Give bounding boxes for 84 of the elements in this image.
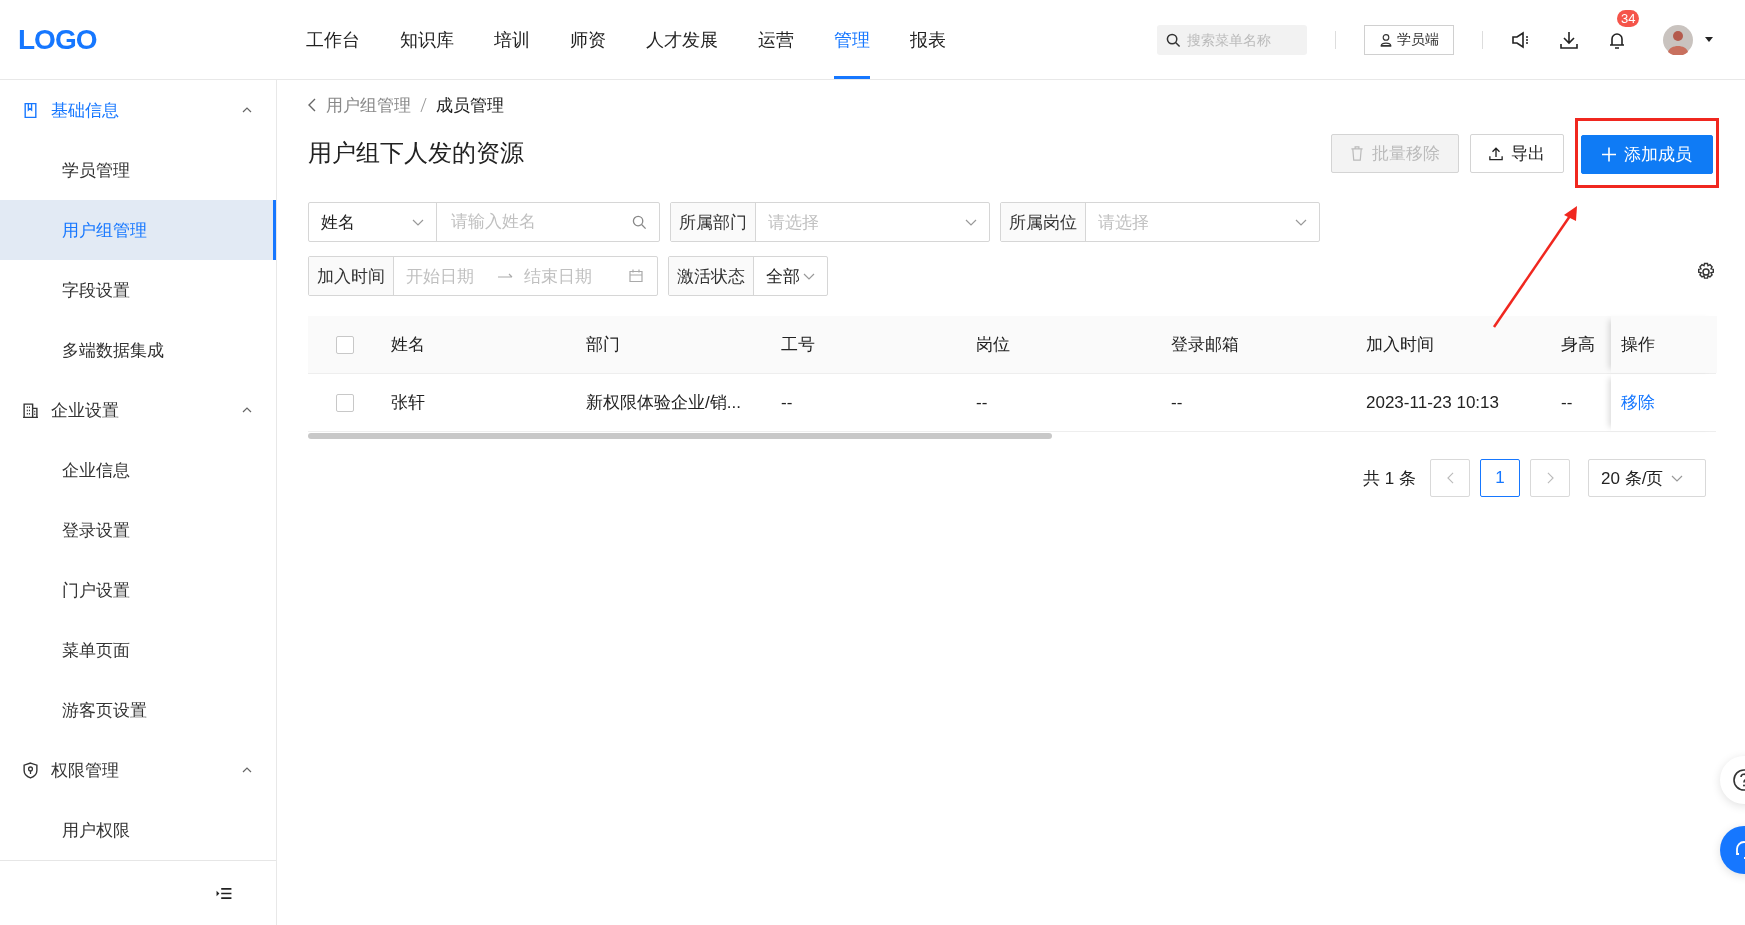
- upload-icon: [1489, 145, 1503, 161]
- chevron-down-icon: [412, 218, 424, 226]
- page-size-select[interactable]: 20 条/页: [1588, 459, 1706, 497]
- column-header: 登录邮箱: [1170, 334, 1240, 356]
- column-header: 姓名: [390, 334, 426, 356]
- sidebar-item[interactable]: 门户设置: [0, 560, 276, 620]
- collapse-icon[interactable]: [216, 886, 232, 900]
- nav-tab[interactable]: 管理: [834, 0, 870, 79]
- column-header: 操作: [1611, 316, 1717, 373]
- column-header: 工号: [780, 334, 816, 356]
- page-title: 用户组下人发的资源: [308, 138, 524, 168]
- sidebar-group[interactable]: 基础信息: [51, 98, 119, 122]
- building-icon: [22, 401, 39, 419]
- back-icon[interactable]: [308, 98, 316, 112]
- breadcrumb-link[interactable]: 成员管理: [436, 93, 504, 117]
- sidebar-item[interactable]: 企业信息: [0, 440, 276, 500]
- arrow-icon: [498, 272, 514, 280]
- table-cell-text: 新权限体验企业/销...: [585, 392, 742, 414]
- download-icon[interactable]: [1559, 29, 1579, 50]
- plus-icon: [1602, 147, 1616, 162]
- nav-tab[interactable]: 人才发展: [646, 0, 718, 79]
- add-member-button[interactable]: 添加成员: [1581, 135, 1713, 174]
- row-checkbox[interactable]: [335, 393, 354, 412]
- column-header: 身高: [1560, 334, 1596, 356]
- sidebar-item[interactable]: 菜单页面: [0, 620, 276, 680]
- nav-tab[interactable]: 培训: [494, 0, 530, 79]
- chevron-down-icon: [1671, 474, 1684, 482]
- chevron-right-icon: [1546, 472, 1554, 484]
- sidebar-group[interactable]: 企业设置: [51, 398, 119, 422]
- column-header: 岗位: [975, 334, 1011, 356]
- avatar[interactable]: [1663, 24, 1693, 55]
- sidebar-item[interactable]: 多端数据集成: [0, 320, 276, 380]
- total-count: 共 1 条: [1363, 467, 1416, 490]
- speaker-icon[interactable]: [1511, 29, 1531, 50]
- sidebar-item[interactable]: 游客页设置: [0, 680, 276, 740]
- select-field[interactable]: 全部: [754, 264, 800, 288]
- chevron-down-icon: [965, 218, 977, 226]
- chevron-down-icon: [1295, 218, 1307, 226]
- settings-icon[interactable]: [1696, 262, 1716, 282]
- breadcrumb-link[interactable]: 用户组管理: [326, 93, 411, 117]
- field-label: 加入时间: [309, 257, 394, 295]
- calendar-icon: [629, 269, 643, 283]
- field-select[interactable]: 姓名: [309, 203, 437, 241]
- field-label: 激活状态: [669, 257, 754, 295]
- table-cell-text: 2023-11-23 10:13: [1365, 391, 1500, 414]
- notification-count: 34: [1617, 9, 1640, 27]
- sidebar-item[interactable]: 学员管理: [0, 140, 276, 200]
- sidebar-group[interactable]: 权限管理: [51, 758, 119, 782]
- field-label: 所属部门: [671, 203, 756, 241]
- column-header: 部门: [585, 334, 621, 356]
- caret-icon[interactable]: [1705, 37, 1713, 42]
- nav-tab[interactable]: 知识库: [400, 0, 454, 79]
- column-header: 加入时间: [1365, 334, 1435, 356]
- chevron-up-icon: [242, 407, 252, 413]
- table-cell-text: --: [975, 391, 989, 414]
- chevron-up-icon: [242, 107, 252, 113]
- search-icon[interactable]: [632, 214, 647, 230]
- book-icon: [22, 101, 39, 119]
- table-cell-text: --: [780, 391, 794, 414]
- nav-tab[interactable]: 报表: [910, 0, 946, 79]
- export-button[interactable]: 导出: [1470, 133, 1564, 173]
- student-portal-button[interactable]: 学员端: [1364, 24, 1454, 55]
- table-cell-text: 张轩: [390, 392, 426, 414]
- trash-icon: [1350, 145, 1364, 161]
- sidebar-item[interactable]: 登录设置: [0, 500, 276, 560]
- logo[interactable]: LOGO: [0, 23, 306, 56]
- sidebar-item[interactable]: 用户权限: [0, 800, 276, 860]
- page-button[interactable]: 1: [1480, 459, 1520, 497]
- chevron-up-icon: [242, 767, 252, 773]
- table-cell-text: --: [1560, 391, 1574, 414]
- sidebar-item[interactable]: 用户组管理: [0, 200, 276, 260]
- shield-icon: [22, 761, 39, 779]
- user-icon: [1379, 32, 1393, 47]
- remove-link[interactable]: 移除: [1621, 391, 1655, 414]
- nav-tab[interactable]: 工作台: [306, 0, 360, 79]
- select-all-checkbox[interactable]: [335, 335, 354, 354]
- chevron-down-icon: [803, 272, 815, 280]
- table-cell-text: --: [1170, 391, 1184, 414]
- chevron-left-icon: [1446, 472, 1454, 484]
- nav-tab[interactable]: 运营: [758, 0, 794, 79]
- field-label: 所属岗位: [1001, 203, 1086, 241]
- scrollbar-thumb[interactable]: [308, 433, 1052, 439]
- sidebar-item[interactable]: 字段设置: [0, 260, 276, 320]
- nav-tab[interactable]: 师资: [570, 0, 606, 79]
